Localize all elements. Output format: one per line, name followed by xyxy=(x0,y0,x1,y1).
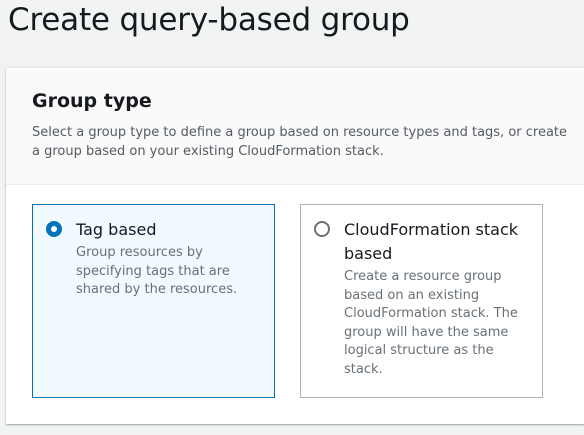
tag-based-label: Tag based xyxy=(76,220,157,239)
group-type-header: Group type Select a group type to define… xyxy=(6,68,584,185)
group-type-description: Select a group type to define a group ba… xyxy=(32,125,568,159)
cloudformation-stack-radio[interactable] xyxy=(314,221,330,237)
tag-based-option[interactable]: Tag based Group resources by specifying … xyxy=(32,204,275,398)
cloudformation-stack-description: Create a resource group based on an exis… xyxy=(344,269,518,377)
tag-based-description: Group resources by specifying tags that … xyxy=(76,245,238,297)
group-type-panel: Group type Select a group type to define… xyxy=(6,67,584,424)
page-title: Create query-based group xyxy=(8,2,410,38)
cloudformation-stack-option[interactable]: CloudFormation stack based Create a reso… xyxy=(300,204,543,398)
cloudformation-stack-label: CloudFormation stack based xyxy=(344,220,519,263)
group-type-title: Group type xyxy=(32,90,152,112)
tag-based-radio[interactable] xyxy=(46,221,62,237)
